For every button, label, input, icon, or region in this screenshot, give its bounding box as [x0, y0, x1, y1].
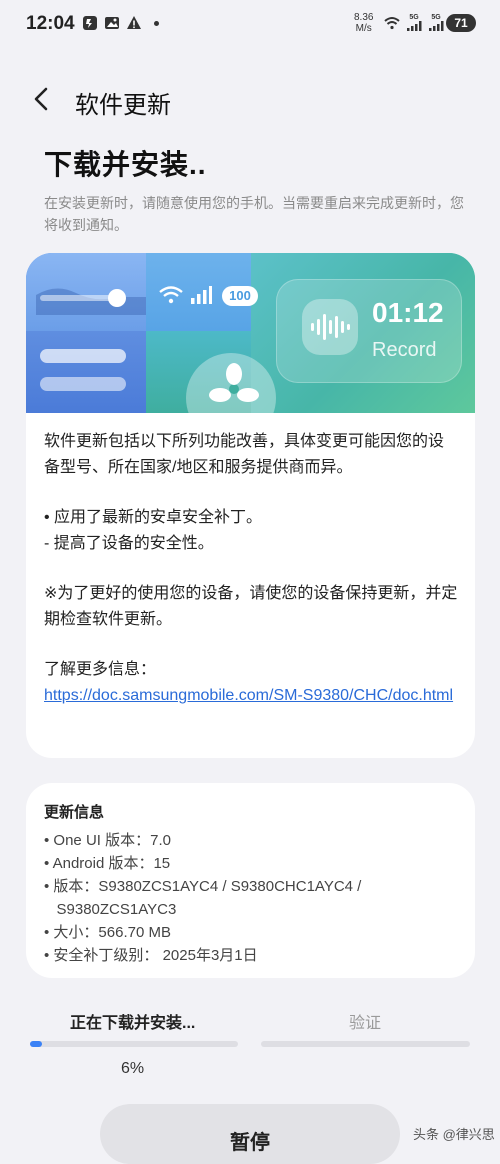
voice-waveform-icon: [311, 314, 350, 340]
feature-banner: 100 01:12 Record: [26, 253, 475, 413]
info-item-android: • Android 版本：15: [44, 855, 171, 872]
connectivity-icons: 5G 5G: [384, 14, 444, 31]
download-progress-fill: [30, 1041, 43, 1047]
release-intro: 软件更新包括以下所列功能改善，具体变更可能因您的设备型号、所在国家/地区和服务提…: [44, 433, 445, 476]
signal-2: 5G: [428, 14, 444, 31]
notification-icons: [82, 15, 159, 31]
banner-bar: [40, 377, 126, 391]
warning-icon: [127, 16, 141, 29]
page-title: 软件更新: [75, 92, 171, 119]
signal-bars-icon: [429, 21, 444, 31]
info-item-size: • 大小：566.70 MB: [44, 924, 171, 941]
signal-bars-icon: [407, 21, 422, 31]
more-notifications-dot: [154, 20, 159, 26]
progress-percent: 6%: [121, 1060, 145, 1077]
info-item-version: • 版本：S9380ZCS1AYC4 / S9380CHC1AYC4 /: [44, 878, 362, 895]
more-info-label: 了解更多信息：: [44, 661, 157, 678]
banner-tile-list: [26, 331, 146, 413]
network-speed: 8.36 M/s: [354, 12, 373, 34]
battery-pill: 100: [222, 286, 258, 306]
release-notes-card: 100 01:12 Record 软件更新包括以下所列功能改善，具体变更可能因您…: [26, 253, 475, 758]
record-time: 01:12: [372, 297, 444, 328]
net-speed-value: 8.36: [354, 12, 374, 23]
pause-button-label: 暂停: [230, 1132, 270, 1154]
step-verify-label: 验证: [349, 1015, 382, 1032]
info-item-oneui: • One UI 版本：7.0: [44, 832, 171, 849]
install-subtext: 在安装更新时，请随意使用您的手机。当需要重启来完成更新时，您将收到通知。: [44, 195, 464, 233]
battery-indicator: 71: [446, 14, 476, 32]
banner-slider-knob: [108, 289, 126, 307]
signal-1: 5G: [406, 14, 422, 31]
bullet-security-patch: • 应用了最新的安卓安全补丁。: [44, 509, 263, 526]
release-bullets: • 应用了最新的安卓安全补丁。 - 提高了设备的安全性。: [44, 505, 459, 557]
update-info-card: 更新信息 • One UI 版本：7.0 • Android 版本：15 • 版…: [26, 783, 475, 978]
gallery-icon: [105, 17, 119, 29]
more-info-link[interactable]: https://doc.samsungmobile.com/SM-S9380/C…: [44, 687, 453, 704]
more-info: 了解更多信息： https://doc.samsungmobile.com/SM…: [44, 657, 459, 709]
signal-1-label: 5G: [409, 14, 419, 21]
signal-bars-icon: [191, 286, 212, 304]
back-button[interactable]: [30, 86, 54, 112]
fan-icon: [209, 363, 259, 402]
release-note: ※为了更好的使用您的设备，请使您的设备保持更新，并定期检查软件更新。: [44, 585, 458, 628]
info-item-patch-level: • 安全补丁级别： 2025年3月1日: [44, 947, 258, 964]
bullet-security-sub: - 提高了设备的安全性。: [44, 535, 214, 552]
record-label: Record: [372, 339, 437, 361]
verify-progress-bar: [261, 1041, 470, 1047]
download-progress-bar: [30, 1041, 238, 1047]
notification-app-icon: [83, 16, 97, 30]
wifi-icon: [384, 16, 400, 29]
install-heading: 下载并安装..: [44, 149, 207, 180]
release-notes: 软件更新包括以下所列功能改善，具体变更可能因您的设备型号、所在国家/地区和服务提…: [44, 429, 459, 709]
banner-bar: [40, 349, 126, 363]
net-speed-unit: M/s: [355, 23, 372, 34]
status-time: 12:04: [26, 13, 75, 34]
update-info-title: 更新信息: [44, 804, 105, 821]
pause-button[interactable]: 暂停: [100, 1104, 400, 1164]
info-item-version-cont: S9380ZCS1AYC3: [44, 901, 177, 918]
status-bar: 12:04 8.36 M/s 5G 5G 71: [0, 0, 500, 48]
step-downloading-label: 正在下载并安装...: [70, 1015, 196, 1032]
signal-2-label: 5G: [431, 14, 441, 21]
update-info-list: • One UI 版本：7.0 • Android 版本：15 • 版本：S93…: [44, 829, 464, 967]
watermark: 头条 @律兴思: [413, 1127, 495, 1142]
wifi-icon: [159, 286, 183, 304]
